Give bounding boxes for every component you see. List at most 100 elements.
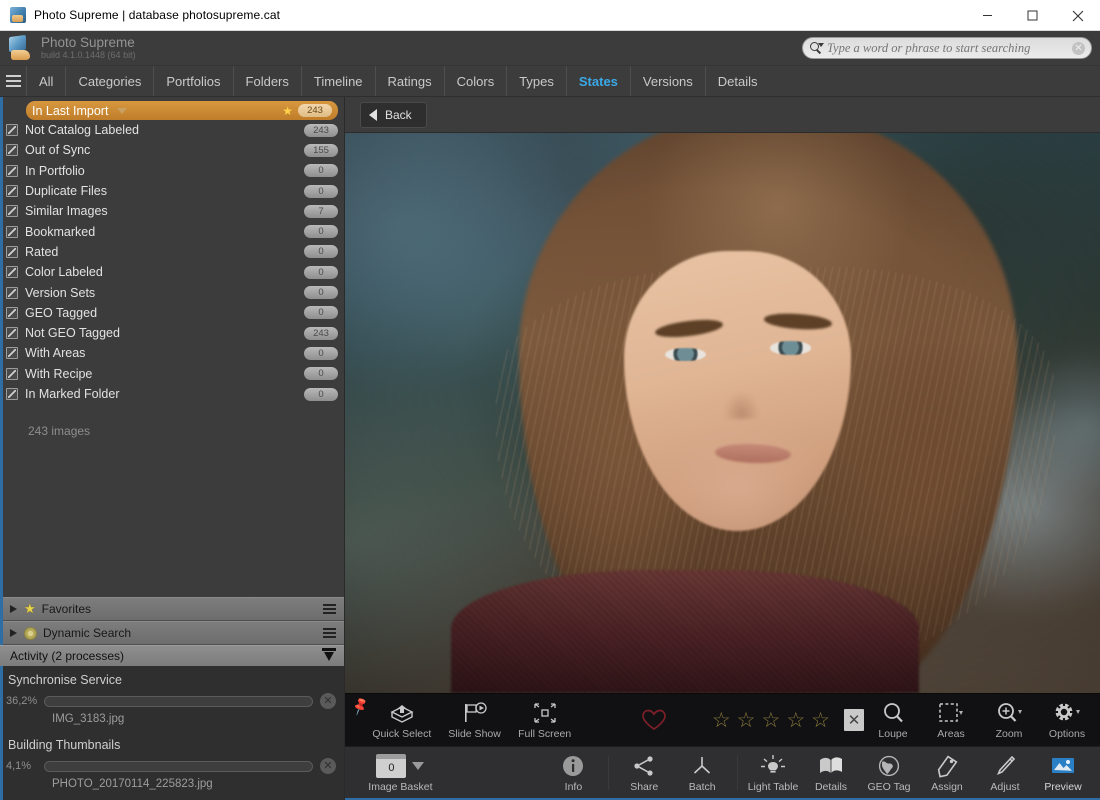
- state-row-not-geo-tagged[interactable]: Not GEO Tagged 243: [0, 323, 344, 343]
- rating-star-3[interactable]: ☆: [762, 710, 781, 731]
- tab-details[interactable]: Details: [706, 66, 770, 96]
- minimize-button[interactable]: [965, 0, 1010, 31]
- state-label: Color Labeled: [25, 265, 103, 279]
- state-checkbox[interactable]: [6, 124, 18, 136]
- pin-icon[interactable]: 📌: [350, 697, 369, 716]
- rating-star-4[interactable]: ☆: [786, 710, 805, 731]
- areas-button[interactable]: Areas: [922, 694, 980, 746]
- loupe-button[interactable]: Loupe: [864, 694, 922, 746]
- image-basket-button[interactable]: 0 Image Basket: [367, 747, 434, 798]
- state-checkbox[interactable]: [6, 165, 18, 177]
- main-body: In Last Import ★ 243 Not Catalog Labeled…: [0, 97, 1100, 800]
- tab-ratings[interactable]: Ratings: [376, 66, 445, 96]
- tab-types[interactable]: Types: [507, 66, 567, 96]
- adjust-button[interactable]: Adjust: [976, 747, 1034, 798]
- adjust-brush-icon: [993, 753, 1017, 779]
- collapse-icon[interactable]: [320, 648, 338, 664]
- state-row-in-marked-folder[interactable]: In Marked Folder 0: [0, 384, 344, 404]
- state-checkbox[interactable]: [6, 347, 18, 359]
- clear-rating-icon[interactable]: ✕: [844, 709, 864, 731]
- tab-folders[interactable]: Folders: [234, 66, 302, 96]
- panel-menu-icon[interactable]: [323, 604, 336, 614]
- state-checkbox[interactable]: [6, 307, 18, 319]
- panel-dynamic-search[interactable]: Dynamic Search: [0, 621, 344, 645]
- image-basket-label: Image Basket: [368, 781, 432, 793]
- rating-stars[interactable]: ☆ ☆ ☆ ☆ ☆: [712, 710, 830, 731]
- brand-build-version: build 4.1.0.1448 (64 bit): [41, 51, 136, 60]
- portrait-photo: [345, 133, 1100, 693]
- full-screen-button[interactable]: Full Screen: [512, 694, 576, 746]
- state-row-in-portfolio[interactable]: In Portfolio 0: [0, 161, 344, 181]
- expand-triangle-icon[interactable]: [10, 629, 17, 637]
- clear-icon[interactable]: ✕: [1072, 42, 1085, 55]
- process-row: 4,1% ✕: [0, 758, 344, 774]
- heart-icon[interactable]: [641, 708, 665, 732]
- state-row-bookmarked[interactable]: Bookmarked 0: [0, 221, 344, 241]
- preview-button[interactable]: Preview: [1034, 747, 1092, 798]
- hamburger-menu-icon[interactable]: [0, 66, 26, 96]
- rating-star-2[interactable]: ☆: [737, 710, 756, 731]
- process-percent-label: 36,2%: [6, 695, 44, 707]
- back-button[interactable]: Back: [360, 102, 427, 128]
- light-table-button[interactable]: Light Table: [744, 747, 802, 798]
- state-checkbox[interactable]: [6, 327, 18, 339]
- state-row-geo-tagged[interactable]: GEO Tagged 0: [0, 303, 344, 323]
- expand-triangle-icon[interactable]: [10, 605, 17, 613]
- search-input[interactable]: [827, 41, 1072, 56]
- tab-categories[interactable]: Categories: [66, 66, 154, 96]
- quick-select-button[interactable]: Quick Select: [367, 694, 437, 746]
- state-row-in-last-import[interactable]: In Last Import ★ 243: [26, 101, 338, 120]
- close-button[interactable]: [1055, 0, 1100, 31]
- state-row-with-areas[interactable]: With Areas 0: [0, 343, 344, 363]
- filter-caret-icon[interactable]: [117, 108, 127, 114]
- tab-versions[interactable]: Versions: [631, 66, 706, 96]
- panel-menu-icon[interactable]: [323, 628, 336, 638]
- tab-colors[interactable]: Colors: [445, 66, 508, 96]
- zoom-button[interactable]: Zoom: [980, 694, 1038, 746]
- tab-states[interactable]: States: [567, 66, 631, 96]
- chevron-down-icon[interactable]: [412, 762, 424, 770]
- state-row-with-recipe[interactable]: With Recipe 0: [0, 364, 344, 384]
- state-checkbox[interactable]: [6, 368, 18, 380]
- state-checkbox[interactable]: [6, 144, 18, 156]
- rating-star-1[interactable]: ☆: [712, 710, 731, 731]
- state-checkbox[interactable]: [6, 246, 18, 258]
- batch-button[interactable]: Batch: [673, 747, 731, 798]
- state-row-rated[interactable]: Rated 0: [0, 242, 344, 262]
- search-box[interactable]: ✕: [802, 37, 1092, 59]
- state-checkbox[interactable]: [6, 226, 18, 238]
- cancel-process-button[interactable]: ✕: [320, 758, 336, 774]
- state-row-similar-images[interactable]: Similar Images 7: [0, 201, 344, 221]
- cancel-process-button[interactable]: ✕: [320, 693, 336, 709]
- tab-all[interactable]: All: [26, 66, 66, 96]
- favorite-star-icon[interactable]: ★: [282, 105, 293, 117]
- panel-favorites[interactable]: ★ Favorites: [0, 597, 344, 621]
- tab-timeline[interactable]: Timeline: [302, 66, 376, 96]
- maximize-button[interactable]: [1010, 0, 1055, 31]
- activity-panel-header[interactable]: Activity (2 processes): [0, 645, 344, 666]
- state-row-version-sets[interactable]: Version Sets 0: [0, 282, 344, 302]
- assign-tag-icon: [934, 753, 960, 779]
- rating-star-5[interactable]: ☆: [811, 710, 830, 731]
- state-checkbox[interactable]: [6, 287, 18, 299]
- state-checkbox[interactable]: [6, 388, 18, 400]
- state-row-color-labeled[interactable]: Color Labeled 0: [0, 262, 344, 282]
- state-row-out-of-sync[interactable]: Out of Sync 155: [0, 140, 344, 160]
- state-checkbox[interactable]: [6, 205, 18, 217]
- slide-show-button[interactable]: Slide Show: [443, 694, 507, 746]
- assign-button[interactable]: Assign: [918, 747, 976, 798]
- process-percent-label: 4,1%: [6, 760, 44, 772]
- info-button[interactable]: Info: [544, 747, 602, 798]
- viewer-toolbar: Back: [345, 97, 1100, 133]
- share-button[interactable]: Share: [615, 747, 673, 798]
- details-button[interactable]: Details: [802, 747, 860, 798]
- geo-tag-button[interactable]: GEO Tag: [860, 747, 918, 798]
- state-checkbox[interactable]: [6, 185, 18, 197]
- batch-label: Batch: [689, 781, 716, 793]
- state-row-not-catalog-labeled[interactable]: Not Catalog Labeled 243: [0, 120, 344, 140]
- state-row-duplicate-files[interactable]: Duplicate Files 0: [0, 181, 344, 201]
- state-checkbox[interactable]: [6, 266, 18, 278]
- tab-portfolios[interactable]: Portfolios: [154, 66, 233, 96]
- options-button[interactable]: Options: [1038, 694, 1096, 746]
- image-canvas[interactable]: [345, 133, 1100, 693]
